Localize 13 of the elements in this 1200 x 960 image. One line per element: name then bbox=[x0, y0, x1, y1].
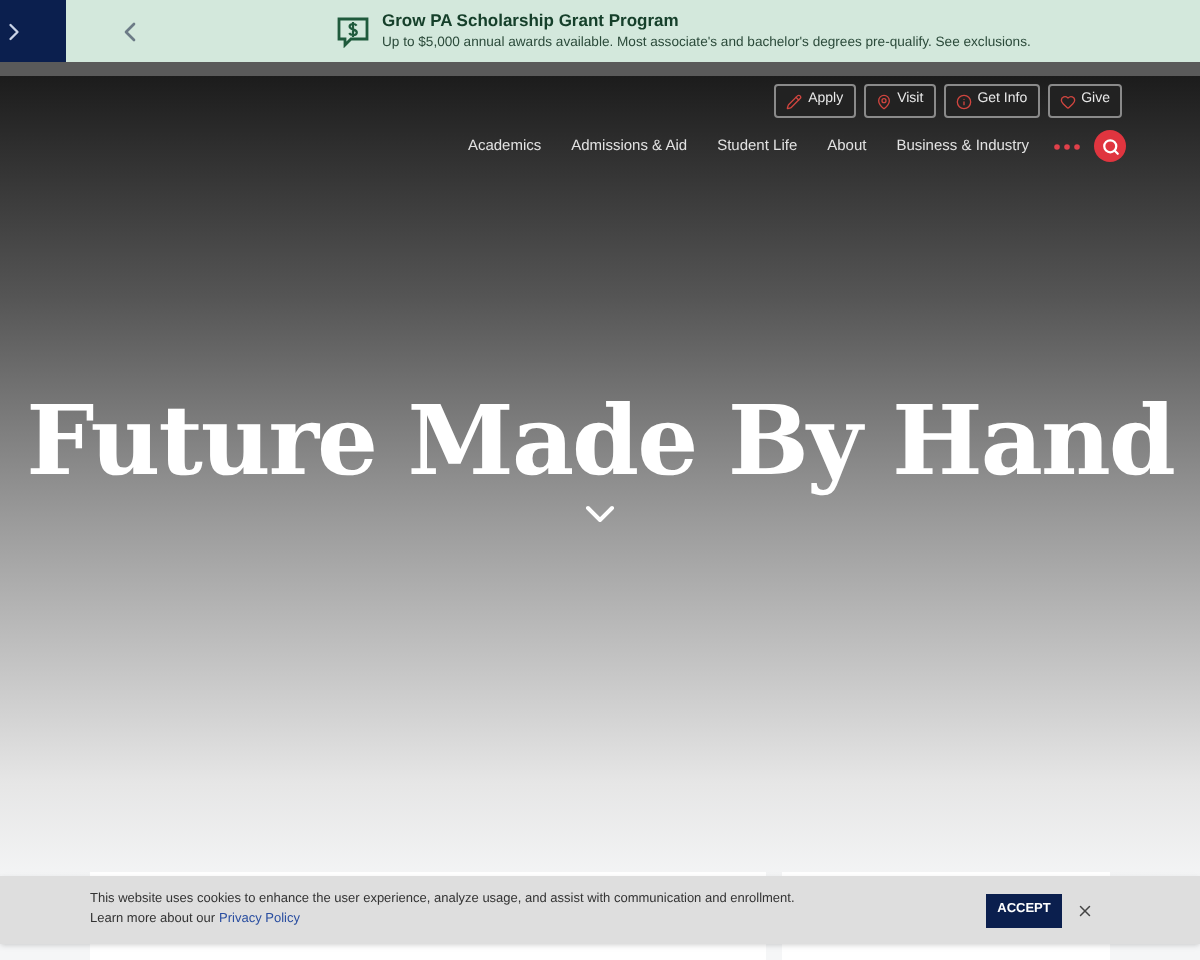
info-icon bbox=[955, 93, 972, 109]
dots-icon bbox=[1054, 143, 1080, 149]
close-button[interactable] bbox=[1076, 901, 1094, 919]
hero-title: Future Made By Hand bbox=[24, 386, 1176, 498]
pin-icon bbox=[875, 93, 892, 109]
search-button[interactable] bbox=[1094, 130, 1126, 162]
announcement-title[interactable]: Grow PA Scholarship Grant Program bbox=[382, 9, 1031, 31]
heart-icon bbox=[1059, 93, 1076, 109]
search-icon bbox=[1101, 137, 1119, 155]
dollar-message-icon bbox=[336, 15, 370, 47]
close-icon bbox=[1076, 901, 1094, 919]
more-button[interactable] bbox=[1054, 143, 1080, 149]
pencil-icon bbox=[786, 93, 803, 109]
